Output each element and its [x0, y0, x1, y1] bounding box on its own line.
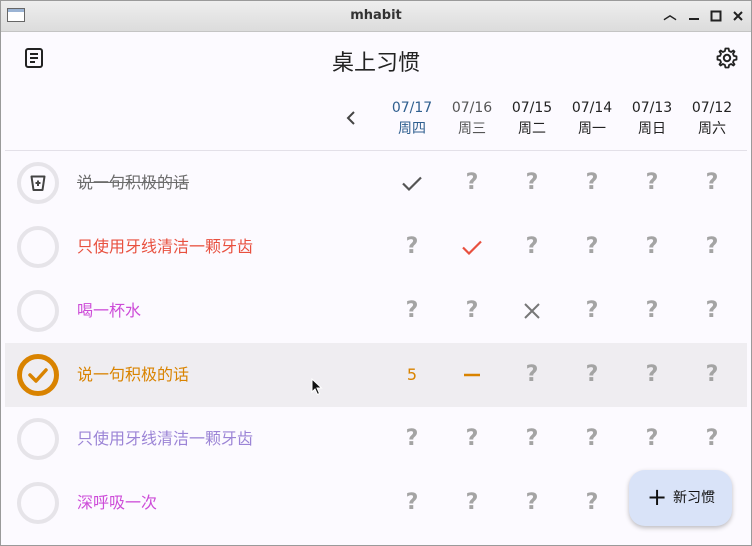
record-unknown-cell[interactable]: ? — [442, 279, 502, 343]
date-column-1: 07/16 周三 — [442, 98, 502, 140]
record-unknown-cell[interactable]: ? — [382, 215, 442, 279]
new-habit-button[interactable]: + 新习惯 — [629, 470, 732, 526]
record-unknown-cell[interactable]: ? — [682, 279, 742, 343]
habit-name[interactable]: 喝一杯水 — [77, 279, 141, 343]
record-unknown-cell[interactable]: ? — [502, 151, 562, 215]
date-label: 07/14 — [571, 100, 613, 116]
chevron-left-icon[interactable] — [340, 106, 364, 130]
app-window: mhabit ︿ 桌上习惯 07/17 周四 07/16 周三 07/15 周二 07/14… — [0, 0, 752, 546]
weekday-label: 周二 — [518, 121, 546, 137]
record-unknown-cell[interactable]: ? — [502, 471, 562, 535]
record-unknown-cell[interactable]: ? — [382, 407, 442, 471]
plus-icon: + — [647, 483, 668, 511]
habit-progress-ring[interactable] — [17, 290, 59, 332]
weekday-label: 周三 — [458, 121, 486, 137]
habit-progress-ring[interactable] — [17, 482, 59, 524]
weekday-label: 周日 — [638, 121, 666, 137]
record-unknown-cell[interactable]: ? — [562, 151, 622, 215]
habit-name[interactable]: 说一句积极的话 — [77, 343, 189, 407]
minimize-icon[interactable]: ︿ — [661, 7, 679, 25]
habit-progress-ring[interactable] — [17, 226, 59, 268]
record-unknown-cell[interactable]: ? — [622, 343, 682, 407]
restore-icon[interactable] — [685, 7, 703, 25]
gear-icon[interactable] — [715, 46, 739, 70]
record-skip-x-icon[interactable] — [502, 279, 562, 343]
weekday-label: 周六 — [698, 121, 726, 137]
habit-name[interactable]: 只使用牙线清洁一颗牙齿 — [77, 215, 253, 279]
date-label: 07/13 — [631, 100, 673, 116]
record-unknown-cell[interactable]: ? — [622, 407, 682, 471]
habit-row[interactable]: 喝一杯水????? — [5, 279, 747, 343]
record-unknown-cell[interactable]: ? — [622, 279, 682, 343]
habit-name[interactable]: 只使用牙线清洁一颗牙齿 — [77, 407, 253, 471]
date-label: 07/17 — [391, 100, 433, 116]
record-unknown-cell[interactable]: ? — [562, 279, 622, 343]
archive-icon[interactable] — [17, 162, 59, 204]
record-unknown-cell[interactable]: ? — [562, 407, 622, 471]
date-column-2: 07/15 周二 — [502, 98, 562, 140]
habit-progress-ring[interactable] — [17, 418, 59, 460]
date-column-0: 07/17 周四 — [382, 98, 442, 140]
weekday-label: 周一 — [578, 121, 606, 137]
record-unknown-cell[interactable]: ? — [382, 471, 442, 535]
record-unknown-cell[interactable]: ? — [562, 215, 622, 279]
habit-row[interactable]: 只使用牙线清洁一颗牙齿????? — [5, 215, 747, 279]
record-done-check-icon[interactable] — [442, 215, 502, 279]
record-unknown-cell[interactable]: ? — [562, 343, 622, 407]
date-label: 07/16 — [451, 100, 493, 116]
record-unknown-cell[interactable]: ? — [622, 215, 682, 279]
habit-name[interactable]: 深呼吸一次 — [77, 471, 157, 535]
record-unknown-cell[interactable]: ? — [502, 215, 562, 279]
record-count-cell[interactable]: 5 — [382, 343, 442, 407]
habit-complete-check-icon[interactable] — [17, 354, 59, 396]
new-habit-label: 新习惯 — [673, 490, 715, 506]
record-unknown-cell[interactable]: ? — [682, 407, 742, 471]
record-unknown-cell[interactable]: ? — [622, 151, 682, 215]
habit-name[interactable]: 说一句积极的话 — [77, 151, 189, 215]
record-unknown-cell[interactable]: ? — [442, 407, 502, 471]
maximize-icon[interactable] — [707, 7, 725, 25]
title-bar[interactable]: mhabit ︿ — [1, 1, 751, 32]
mouse-cursor-icon — [311, 377, 323, 400]
window-title: mhabit — [350, 8, 402, 23]
date-column-3: 07/14 周一 — [562, 98, 622, 140]
record-unknown-cell[interactable]: ? — [502, 343, 562, 407]
habit-row[interactable]: 说一句积极的话????? — [5, 151, 747, 215]
record-unknown-cell[interactable]: ? — [682, 151, 742, 215]
record-unknown-cell[interactable]: ? — [442, 471, 502, 535]
record-done-check-icon[interactable] — [382, 151, 442, 215]
date-column-5: 07/12 周六 — [682, 98, 742, 140]
record-unknown-cell[interactable]: ? — [682, 343, 742, 407]
habit-row[interactable]: 说一句积极的话 5???? — [5, 343, 747, 407]
date-label: 07/12 — [691, 100, 733, 116]
habit-row[interactable]: 只使用牙线清洁一颗牙齿?????? — [5, 407, 747, 471]
record-unknown-cell[interactable]: ? — [682, 215, 742, 279]
date-column-4: 07/13 周日 — [622, 98, 682, 140]
close-icon[interactable] — [729, 7, 747, 25]
page-title: 桌上习惯 — [331, 51, 420, 76]
record-unknown-cell[interactable]: ? — [562, 471, 622, 535]
weekday-label: 周四 — [398, 121, 426, 137]
record-unknown-cell[interactable]: ? — [502, 407, 562, 471]
record-unknown-cell[interactable]: ? — [382, 279, 442, 343]
record-unknown-cell[interactable]: ? — [442, 151, 502, 215]
date-label: 07/15 — [511, 100, 553, 116]
record-partial-dash-icon[interactable] — [442, 343, 502, 407]
